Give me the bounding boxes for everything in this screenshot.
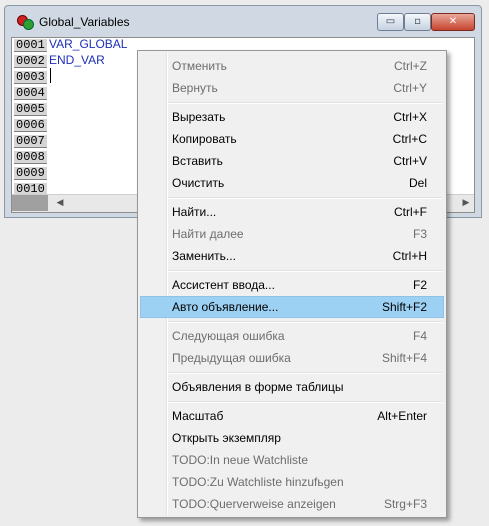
gutter-corner <box>12 195 48 211</box>
menu-item-label: TODO:Querverweise anzeigen <box>172 497 336 511</box>
line-number: 0003 <box>14 70 47 84</box>
menu-item-cut[interactable]: Вырезать Ctrl+X <box>140 106 444 128</box>
menu-item-label: Очистить <box>172 176 225 190</box>
menu-item-label: Найти далее <box>172 227 244 241</box>
menu-item-input-assistant[interactable]: Ассистент ввода... F2 <box>140 274 444 296</box>
context-menu: Отменить Ctrl+Z Вернуть Ctrl+Y Вырезать … <box>137 50 447 518</box>
menu-item-copy[interactable]: Копировать Ctrl+C <box>140 128 444 150</box>
menu-item-find-next[interactable]: Найти далее F3 <box>140 223 444 245</box>
menu-item-new-watchlist[interactable]: TODO:In neue Watchliste <box>140 449 444 471</box>
menu-item-label: Отменить <box>172 59 227 73</box>
line-number: 0002 <box>14 54 47 68</box>
menu-item-label: Копировать <box>172 132 237 146</box>
menu-item-shortcut: Shift+F2 <box>381 300 427 314</box>
menu-separator <box>168 197 442 199</box>
title-bar[interactable]: Global_Variables ▭ ▫ ✕ <box>5 6 481 36</box>
scroll-right-arrow-icon[interactable]: ▶ <box>458 195 474 211</box>
menu-item-shortcut: Del <box>408 176 427 190</box>
menu-item-label: Следующая ошибка <box>172 329 285 343</box>
code-line[interactable]: END_VAR <box>49 53 105 67</box>
text-caret <box>50 68 51 83</box>
menu-item-cross-references[interactable]: TODO:Querverweise anzeigen Strg+F3 <box>140 493 444 515</box>
line-number: 0001 <box>14 38 47 52</box>
line-number: 0005 <box>14 102 47 116</box>
line-number: 0009 <box>14 166 47 180</box>
scroll-left-arrow-icon[interactable]: ◀ <box>52 195 68 211</box>
menu-item-clear[interactable]: Очистить Del <box>140 172 444 194</box>
menu-item-label: Вставить <box>172 154 223 168</box>
minimize-button[interactable]: ▭ <box>377 13 404 31</box>
menu-item-shortcut: Ctrl+X <box>393 110 427 124</box>
menu-item-find[interactable]: Найти... Ctrl+F <box>140 201 444 223</box>
code-line[interactable]: VAR_GLOBAL <box>49 38 127 51</box>
menu-item-label: Вернуть <box>172 81 218 95</box>
menu-item-paste[interactable]: Вставить Ctrl+V <box>140 150 444 172</box>
menu-separator <box>168 372 442 374</box>
menu-item-shortcut: Strg+F3 <box>383 497 427 511</box>
menu-item-label: Вырезать <box>172 110 226 124</box>
menu-item-label: Открыть экземпляр <box>172 431 281 445</box>
menu-item-previous-error[interactable]: Предыдущая ошибка Shift+F4 <box>140 347 444 369</box>
menu-item-label: Ассистент ввода... <box>172 278 275 292</box>
menu-item-shortcut: Ctrl+F <box>394 205 427 219</box>
menu-item-label: TODO:Zu Watchliste hinzufьgen <box>172 475 344 489</box>
menu-item-shortcut: Ctrl+C <box>392 132 427 146</box>
menu-item-undo[interactable]: Отменить Ctrl+Z <box>140 55 444 77</box>
line-number: 0004 <box>14 86 47 100</box>
close-button[interactable]: ✕ <box>431 13 475 31</box>
menu-item-table-declarations[interactable]: Объявления в форме таблицы <box>140 376 444 398</box>
menu-item-shortcut: Alt+Enter <box>377 409 427 423</box>
menu-separator <box>168 401 442 403</box>
menu-item-label: Найти... <box>172 205 217 219</box>
menu-item-next-error[interactable]: Следующая ошибка F4 <box>140 325 444 347</box>
menu-item-shortcut: F4 <box>412 329 427 343</box>
menu-item-shortcut: Ctrl+H <box>392 249 427 263</box>
menu-item-label: Масштаб <box>172 409 224 423</box>
app-icon <box>17 15 34 30</box>
menu-item-shortcut: F2 <box>412 278 427 292</box>
line-number: 0008 <box>14 150 47 164</box>
menu-item-label: TODO:In neue Watchliste <box>172 453 309 467</box>
menu-item-shortcut: F3 <box>412 227 427 241</box>
menu-item-label: Заменить... <box>172 249 236 263</box>
line-number: 0007 <box>14 134 47 148</box>
menu-item-replace[interactable]: Заменить... Ctrl+H <box>140 245 444 267</box>
menu-separator <box>168 270 442 272</box>
menu-item-shortcut: Ctrl+V <box>393 154 427 168</box>
line-number: 0006 <box>14 118 47 132</box>
menu-item-shortcut: Ctrl+Z <box>394 59 427 73</box>
menu-item-label: Предыдущая ошибка <box>172 351 291 365</box>
line-number-gutter: 0001 0002 0003 0004 0005 0006 0007 0008 … <box>12 38 47 196</box>
menu-item-redo[interactable]: Вернуть Ctrl+Y <box>140 77 444 99</box>
menu-item-label: Авто объявление... <box>172 300 279 314</box>
maximize-button[interactable]: ▫ <box>404 13 431 31</box>
menu-item-shortcut: Shift+F4 <box>381 351 427 365</box>
menu-separator <box>168 321 442 323</box>
window-title: Global_Variables <box>39 15 130 29</box>
menu-separator <box>168 102 442 104</box>
menu-item-shortcut: Ctrl+Y <box>393 81 427 95</box>
menu-item-zoom[interactable]: Масштаб Alt+Enter <box>140 405 444 427</box>
menu-item-auto-declare[interactable]: Авто объявление... Shift+F2 <box>140 296 444 318</box>
menu-item-open-instance[interactable]: Открыть экземпляр <box>140 427 444 449</box>
menu-item-add-to-watchlist[interactable]: TODO:Zu Watchliste hinzufьgen <box>140 471 444 493</box>
menu-item-label: Объявления в форме таблицы <box>172 380 344 394</box>
